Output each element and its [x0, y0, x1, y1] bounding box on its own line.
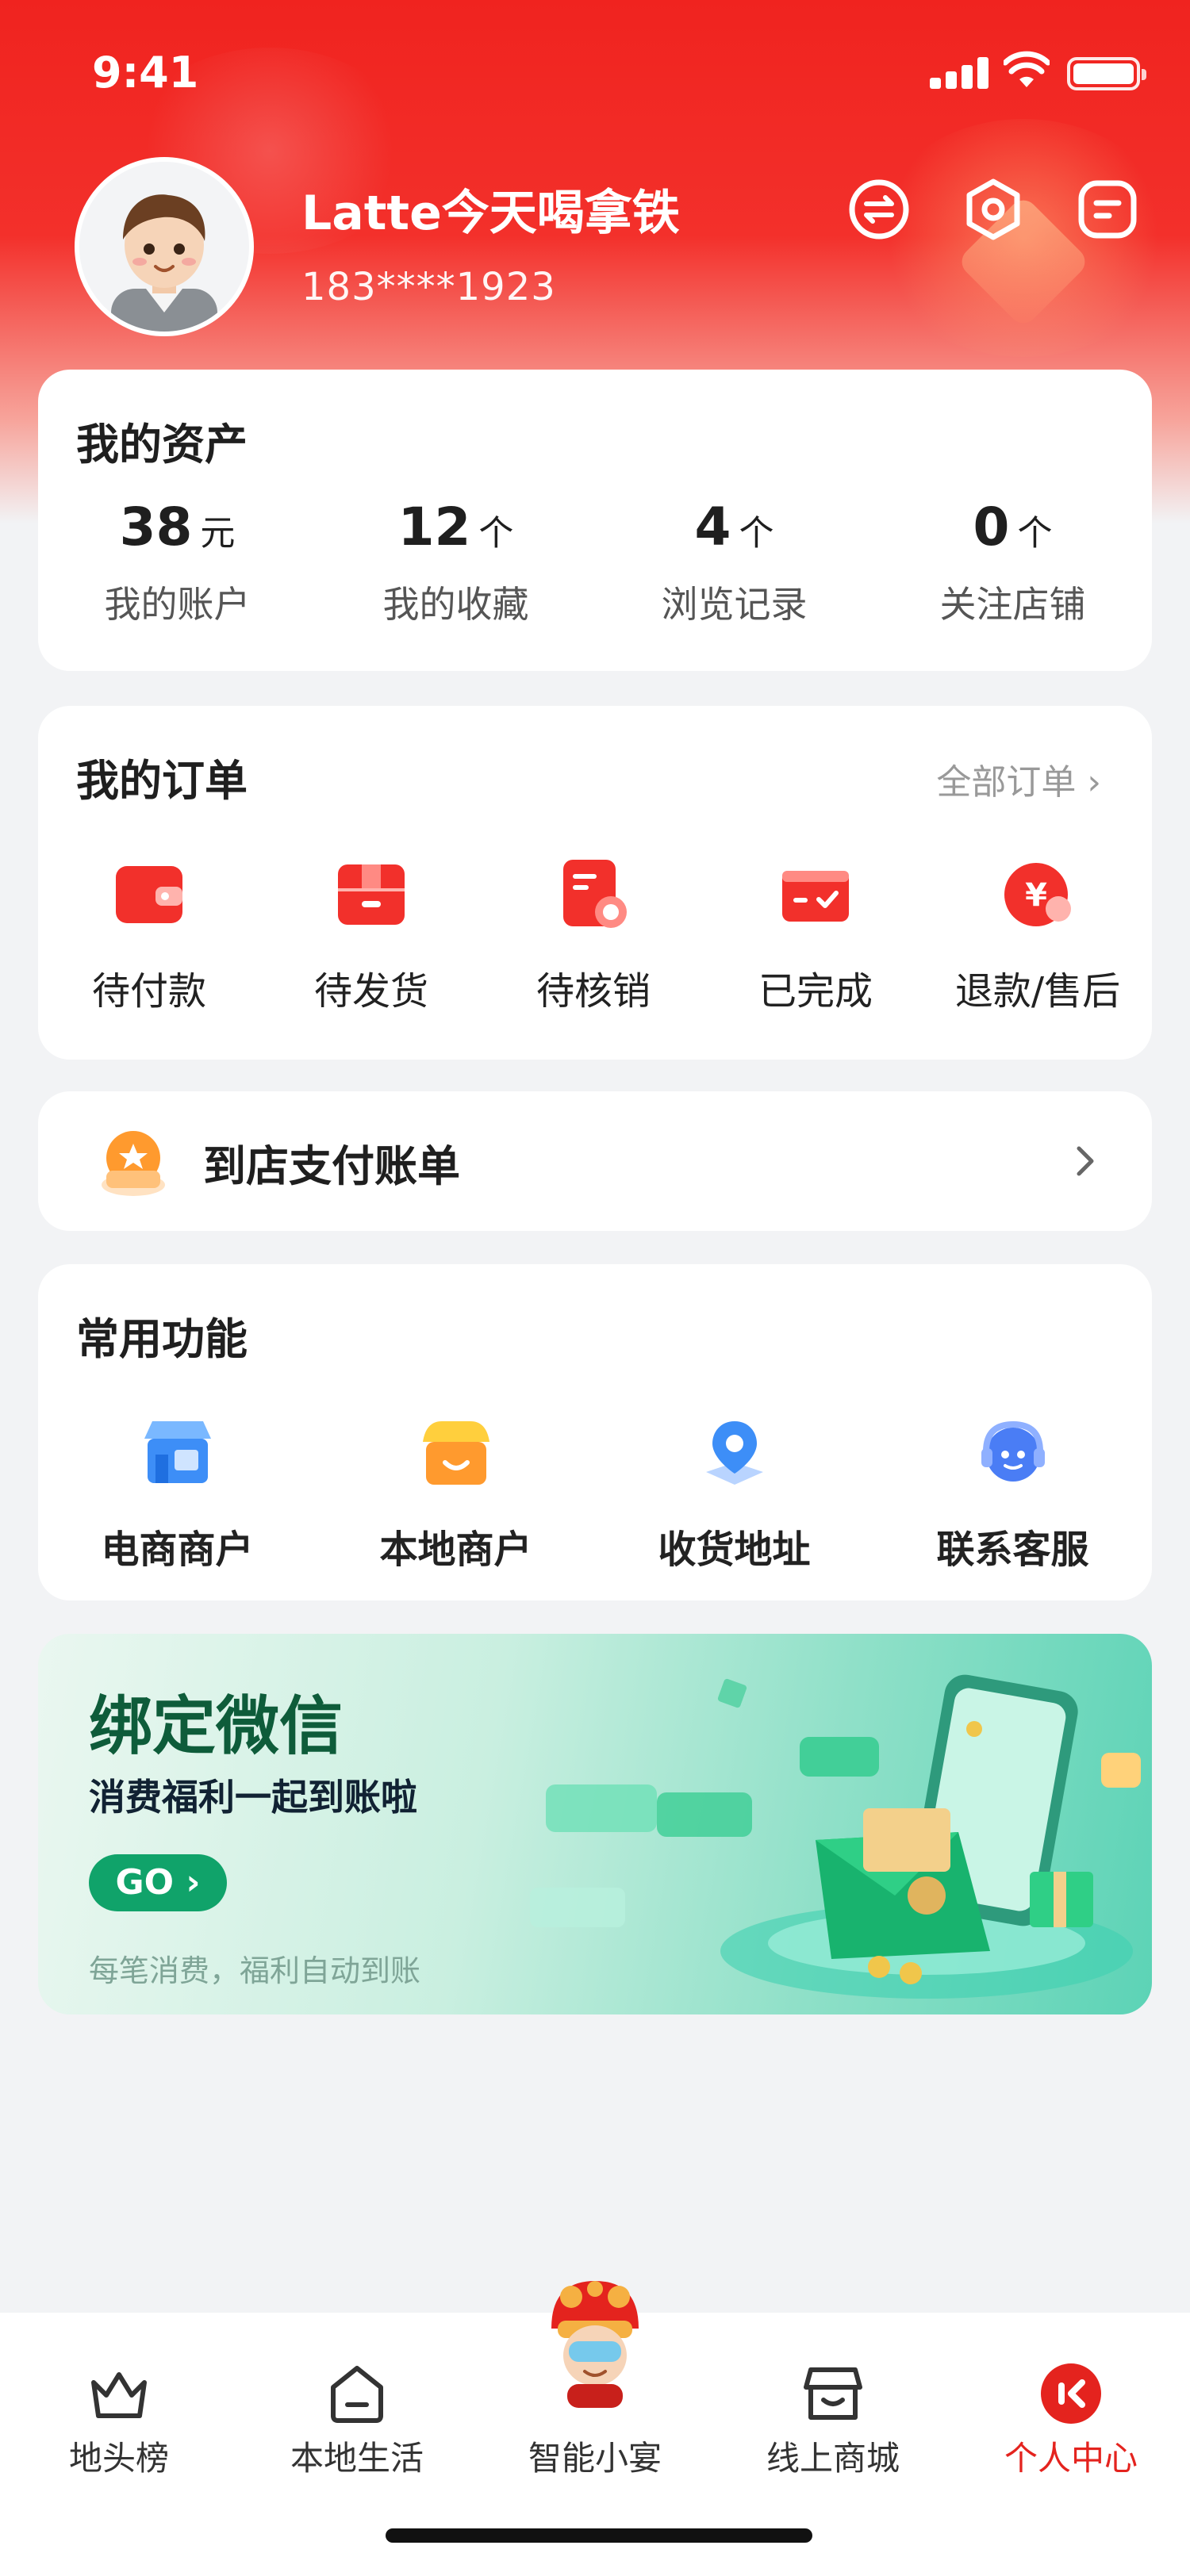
- asset-label: 我的账户: [104, 583, 251, 626]
- tab-label: 线上商城: [766, 2439, 900, 2478]
- mascot-lion-icon: [551, 2281, 639, 2408]
- store-pay-icon: [102, 1131, 165, 1196]
- svg-text:¥: ¥: [1025, 877, 1047, 914]
- status-bar: 9:41: [0, 0, 1190, 151]
- package-icon: [338, 864, 405, 925]
- assets-title: 我的资产: [76, 420, 248, 470]
- function-shipping-address[interactable]: [595, 1415, 873, 1494]
- order-refund[interactable]: ¥: [927, 857, 1149, 936]
- tab-online-mall[interactable]: [714, 2360, 952, 2430]
- banner-title: 绑定微信: [89, 1689, 343, 1763]
- cellular-signal-icon: [930, 57, 988, 89]
- function-label: 电商商户: [101, 1528, 254, 1572]
- message-icon[interactable]: [1076, 178, 1139, 241]
- asset-history[interactable]: 4个: [595, 496, 873, 558]
- location-pin-icon: [705, 1421, 763, 1485]
- local-shop-icon: [422, 1421, 489, 1485]
- orders-title: 我的订单: [76, 756, 248, 806]
- wifi-icon: [1004, 51, 1050, 87]
- function-ecommerce-merchant[interactable]: [38, 1415, 317, 1494]
- asset-account[interactable]: 38 元: [38, 496, 317, 558]
- tab-smart-assistant[interactable]: [476, 2273, 714, 2411]
- common-functions-card: 常用功能 电商商户 本地商户 收货地址 联系客服: [38, 1264, 1152, 1600]
- home-indicator: [386, 2528, 812, 2543]
- banner-illustration: [530, 1674, 1141, 1999]
- crown-icon: [91, 2372, 147, 2418]
- username: Latte今天喝拿铁: [301, 186, 680, 241]
- function-label: 本地商户: [379, 1528, 532, 1572]
- functions-title: 常用功能: [76, 1314, 248, 1364]
- orders-card: 我的订单 全部订单 › 待付款 待发货 待核销 已完成 ¥ 退款/售后: [38, 706, 1152, 1060]
- all-orders-link[interactable]: 全部订单 ›: [936, 753, 1101, 804]
- order-pending-payment[interactable]: [38, 857, 260, 936]
- tab-local-life[interactable]: [238, 2360, 476, 2430]
- tab-profile-center[interactable]: [952, 2360, 1190, 2430]
- asset-label: 浏览记录: [661, 583, 808, 626]
- wallet-icon: [116, 866, 182, 923]
- order-label: 待付款: [91, 969, 206, 1014]
- battery-icon: [1067, 57, 1146, 90]
- asset-followed-stores[interactable]: 0个: [873, 496, 1152, 558]
- ecommerce-shop-icon: [144, 1421, 211, 1483]
- tab-label: 地头榜: [68, 2439, 169, 2478]
- refund-icon: ¥: [1004, 863, 1071, 926]
- asset-label: 关注店铺: [939, 583, 1086, 626]
- status-time: 9:41: [92, 48, 199, 98]
- function-label: 联系客服: [936, 1528, 1089, 1572]
- tab-label: 智能小宴: [528, 2439, 662, 2478]
- profile-center-icon: [1041, 2363, 1101, 2424]
- chevron-right-icon: [1077, 1146, 1094, 1176]
- function-label: 收货地址: [658, 1528, 811, 1572]
- tab-ranking[interactable]: [0, 2360, 238, 2430]
- order-label: 待发货: [313, 969, 428, 1014]
- online-mall-icon: [804, 2367, 862, 2420]
- order-label: 退款/售后: [954, 969, 1121, 1014]
- local-life-icon: [331, 2366, 383, 2423]
- store-pay-bill-row[interactable]: 到店支付账单: [38, 1091, 1152, 1231]
- asset-favorites[interactable]: 12 个: [317, 496, 595, 558]
- settings-icon[interactable]: [962, 178, 1025, 241]
- phone-number: 183****1923: [301, 265, 556, 309]
- order-label: 待核销: [536, 969, 651, 1014]
- voucher-icon: [563, 860, 627, 928]
- assets-card: 我的资产 38 元 我的账户 12 个 我的收藏 4个 浏览记录 0个 关注店铺: [38, 370, 1152, 671]
- customer-service-icon: [981, 1420, 1045, 1482]
- bind-wechat-banner[interactable]: 绑定微信 消费福利一起到账啦 GO › 每笔消费，福利自动到账: [38, 1634, 1152, 2014]
- order-completed[interactable]: [704, 857, 927, 936]
- tab-label: 本地生活: [290, 2439, 424, 2478]
- completed-ticket-icon: [782, 871, 849, 922]
- avatar[interactable]: [75, 157, 254, 336]
- asset-label: 我的收藏: [382, 583, 529, 626]
- swap-icon[interactable]: [847, 178, 911, 241]
- order-label: 已完成: [758, 969, 873, 1014]
- banner-go-button[interactable]: GO ›: [89, 1854, 227, 1911]
- banner-note: 每笔消费，福利自动到账: [89, 1953, 421, 1988]
- banner-subtitle: 消费福利一起到账啦: [89, 1776, 417, 1819]
- store-pay-label: 到店支付账单: [203, 1141, 460, 1191]
- tab-label: 个人中心: [1004, 2439, 1138, 2478]
- function-local-merchant[interactable]: [317, 1415, 595, 1494]
- function-customer-service[interactable]: [873, 1415, 1152, 1494]
- order-pending-shipment[interactable]: [260, 857, 482, 936]
- order-pending-redeem[interactable]: [482, 857, 704, 936]
